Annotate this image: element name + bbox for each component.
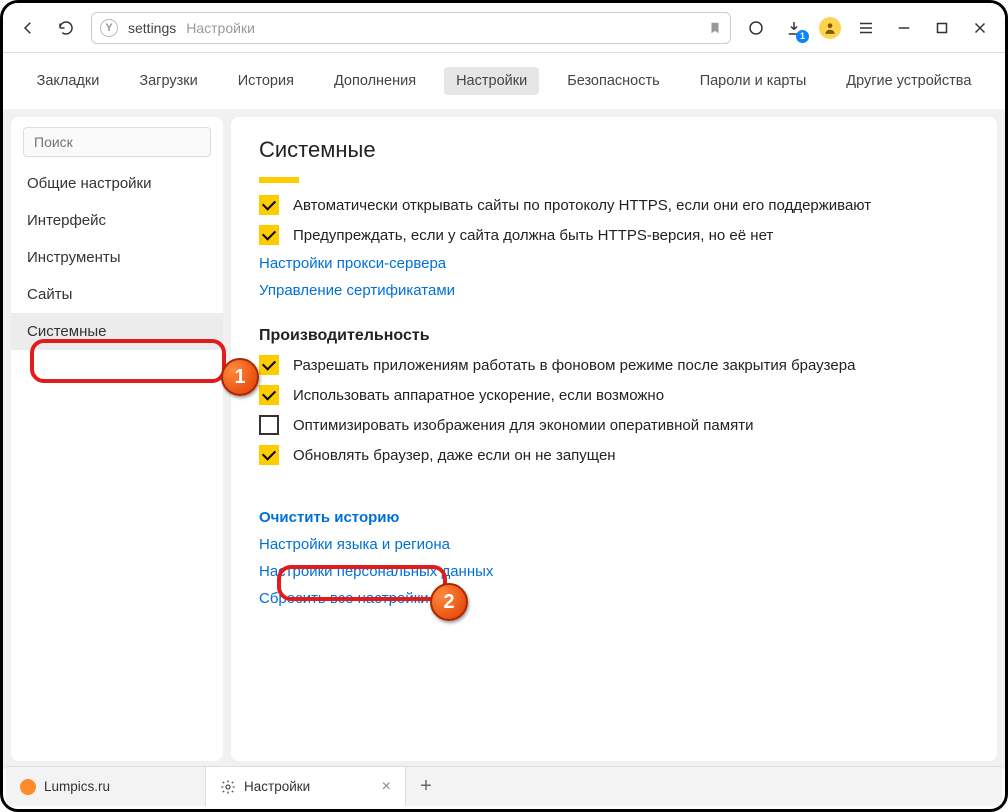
close-window-button[interactable] bbox=[967, 15, 993, 41]
tab-title: Lumpics.ru bbox=[44, 779, 110, 794]
checkbox-row: Использовать аппаратное ускорение, если … bbox=[259, 385, 969, 405]
subheading-performance: Производительность bbox=[259, 327, 969, 345]
link-certificates[interactable]: Управление сертификатами bbox=[259, 282, 969, 299]
checkbox-label: Разрешать приложениям работать в фоновом… bbox=[293, 357, 855, 374]
page-heading: Системные bbox=[259, 137, 969, 163]
nav-devices[interactable]: Другие устройства bbox=[834, 67, 983, 95]
site-identity-icon: Y bbox=[100, 19, 118, 37]
checkbox-label: Использовать аппаратное ускорение, если … bbox=[293, 387, 664, 404]
sidebar-item-general[interactable]: Общие настройки bbox=[11, 165, 223, 202]
gear-icon bbox=[220, 779, 236, 795]
checkbox-optimize-images[interactable] bbox=[259, 415, 279, 435]
zen-icon[interactable] bbox=[743, 15, 769, 41]
downloads-badge: 1 bbox=[796, 30, 809, 43]
menu-button[interactable] bbox=[853, 15, 879, 41]
nav-security[interactable]: Безопасность bbox=[555, 67, 672, 95]
link-clear-history[interactable]: Очистить историю bbox=[259, 509, 969, 526]
nav-settings[interactable]: Настройки bbox=[444, 67, 539, 95]
checkbox-label: Обновлять браузер, даже если он не запущ… bbox=[293, 447, 616, 464]
nav-bookmarks[interactable]: Закладки bbox=[25, 67, 112, 95]
back-button[interactable] bbox=[15, 15, 41, 41]
nav-history[interactable]: История bbox=[226, 67, 306, 95]
checkbox-label: Оптимизировать изображения для экономии … bbox=[293, 417, 753, 434]
sidebar-item-sites[interactable]: Сайты bbox=[11, 276, 223, 313]
checkbox-hw-accel[interactable] bbox=[259, 385, 279, 405]
settings-sidebar: Общие настройки Интерфейс Инструменты Са… bbox=[11, 117, 223, 761]
sidebar-search bbox=[23, 127, 211, 157]
nav-addons[interactable]: Дополнения bbox=[322, 67, 428, 95]
url-segment-2: Настройки bbox=[186, 20, 255, 36]
checkbox-row: Обновлять браузер, даже если он не запущ… bbox=[259, 445, 969, 465]
profile-avatar[interactable] bbox=[819, 17, 841, 39]
checkbox-row: Разрешать приложениям работать в фоновом… bbox=[259, 355, 969, 375]
checkbox-row: Предупреждать, если у сайта должна быть … bbox=[259, 225, 969, 245]
checkbox-row: Оптимизировать изображения для экономии … bbox=[259, 415, 969, 435]
nav-downloads[interactable]: Загрузки bbox=[127, 67, 209, 95]
tab-title: Настройки bbox=[244, 779, 310, 794]
settings-top-nav: Закладки Загрузки История Дополнения Нас… bbox=[3, 53, 1005, 109]
search-input[interactable] bbox=[23, 127, 211, 157]
checkbox-label: Автоматически открывать сайты по протоко… bbox=[293, 197, 871, 214]
bookmark-icon[interactable] bbox=[708, 20, 722, 36]
link-language-region[interactable]: Настройки языка и региона bbox=[259, 536, 969, 553]
maximize-button[interactable] bbox=[929, 15, 955, 41]
address-bar[interactable]: Y settings Настройки bbox=[91, 12, 731, 44]
sidebar-item-interface[interactable]: Интерфейс bbox=[11, 202, 223, 239]
reload-button[interactable] bbox=[53, 15, 79, 41]
tab-lumpics[interactable]: Lumpics.ru bbox=[6, 767, 206, 806]
checkbox-https-auto[interactable] bbox=[259, 195, 279, 215]
checkbox-update-browser[interactable] bbox=[259, 445, 279, 465]
close-tab-icon[interactable]: × bbox=[382, 778, 391, 796]
link-proxy-settings[interactable]: Настройки прокси-сервера bbox=[259, 255, 969, 272]
link-personal-data[interactable]: Настройки персональных данных bbox=[259, 563, 969, 580]
sidebar-item-tools[interactable]: Инструменты bbox=[11, 239, 223, 276]
checkbox-label: Предупреждать, если у сайта должна быть … bbox=[293, 227, 773, 244]
checkbox-bg-apps[interactable] bbox=[259, 355, 279, 375]
minimize-button[interactable] bbox=[891, 15, 917, 41]
link-reset-settings[interactable]: Сбросить все настройки bbox=[259, 590, 969, 607]
favicon-lumpics bbox=[20, 779, 36, 795]
settings-main: Системные Автоматически открывать сайты … bbox=[231, 117, 997, 761]
tab-settings[interactable]: Настройки × bbox=[206, 767, 406, 806]
checkbox-row: Автоматически открывать сайты по протоко… bbox=[259, 195, 969, 215]
downloads-button[interactable]: 1 bbox=[781, 15, 807, 41]
nav-passwords[interactable]: Пароли и карты bbox=[688, 67, 819, 95]
browser-toolbar: Y settings Настройки 1 bbox=[3, 3, 1005, 53]
tab-bar: Lumpics.ru Настройки × + bbox=[6, 766, 1002, 806]
checkbox-https-warn[interactable] bbox=[259, 225, 279, 245]
sidebar-item-system[interactable]: Системные bbox=[11, 313, 223, 350]
divider-accent bbox=[259, 177, 299, 183]
url-segment-1: settings bbox=[128, 20, 176, 36]
new-tab-button[interactable]: + bbox=[406, 767, 446, 806]
